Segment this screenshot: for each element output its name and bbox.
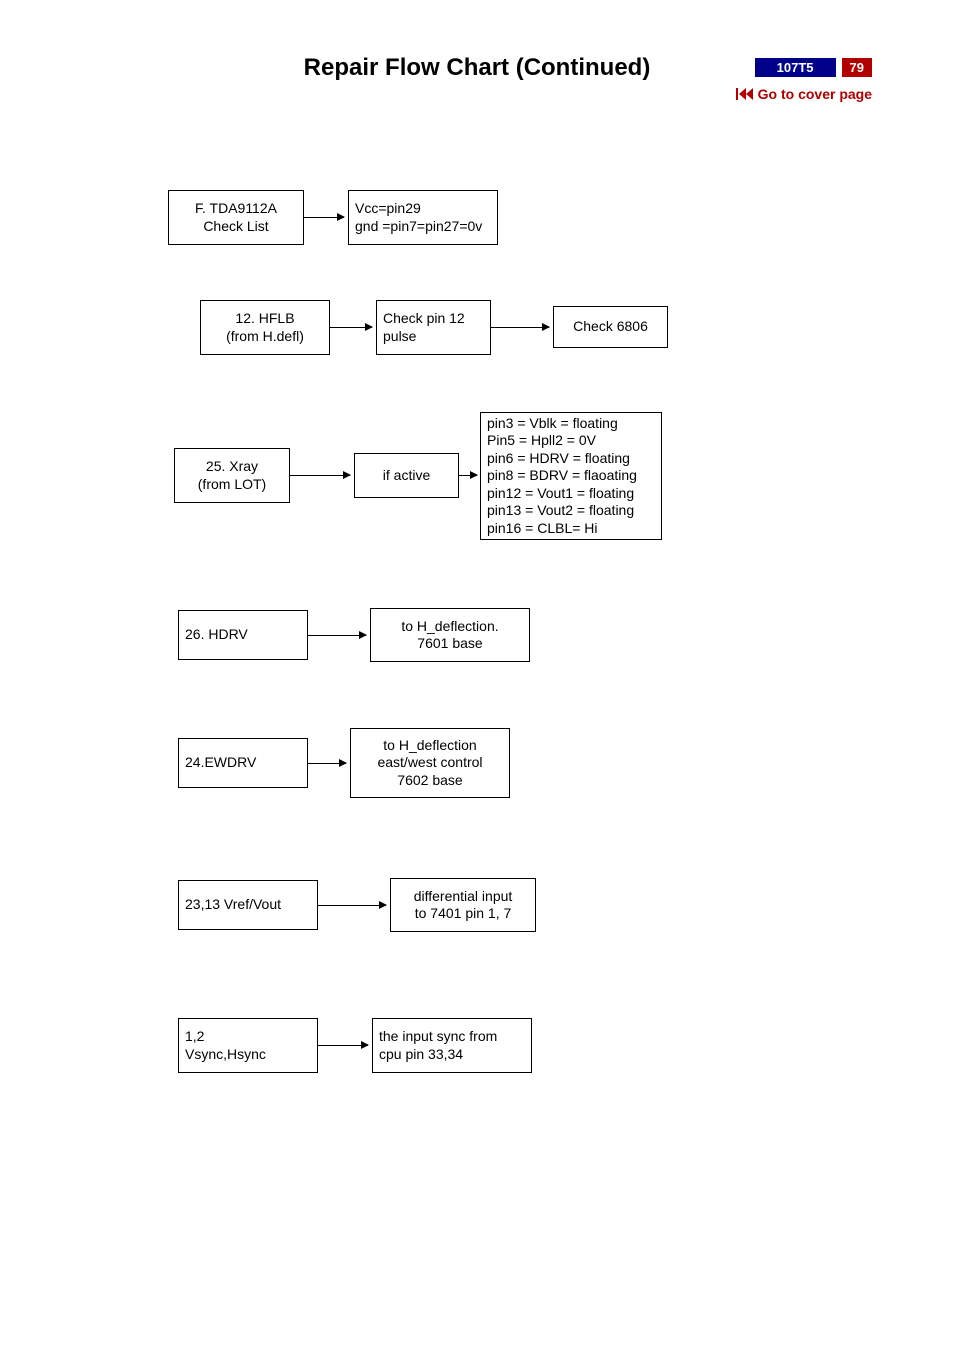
box-check-pin12: Check pin 12 pulse [376, 300, 491, 355]
box-input-sync: the input sync from cpu pin 33,34 [372, 1018, 532, 1073]
arrow [308, 763, 346, 764]
arrow [318, 905, 386, 906]
box-vcc: Vcc=pin29 gnd =pin7=pin27=0v [348, 190, 498, 245]
box-xray: 25. Xray (from LOT) [174, 448, 290, 503]
flow-chart-diagram: F. TDA9112A Check List Vcc=pin29 gnd =pi… [0, 190, 954, 1190]
cover-link-label: Go to cover page [758, 86, 872, 102]
arrow [330, 327, 372, 328]
box-ewdrv: 24.EWDRV [178, 738, 308, 788]
go-to-cover-page-link[interactable]: Go to cover page [736, 86, 872, 102]
box-hflb: 12. HFLB (from H.defl) [200, 300, 330, 355]
box-tda9112a: F. TDA9112A Check List [168, 190, 304, 245]
box-vref-vout: 23,13 Vref/Vout [178, 880, 318, 930]
arrow [304, 217, 344, 218]
rewind-icon [736, 88, 754, 100]
arrow [318, 1045, 368, 1046]
box-diff-input: differential input to 7401 pin 1, 7 [390, 878, 536, 932]
page-number-badge: 79 [842, 58, 872, 77]
box-hdefl-7601: to H_deflection. 7601 base [370, 608, 530, 662]
box-vsync-hsync: 1,2 Vsync,Hsync [178, 1018, 318, 1073]
model-badge: 107T5 [755, 58, 836, 77]
box-if-active: if active [354, 453, 459, 498]
arrow [491, 327, 549, 328]
box-eastwest: to H_deflection east/west control 7602 b… [350, 728, 510, 798]
arrow [290, 475, 350, 476]
arrow [308, 635, 366, 636]
box-check-6806: Check 6806 [553, 306, 668, 348]
arrow [459, 475, 477, 476]
box-hdrv: 26. HDRV [178, 610, 308, 660]
box-pin-states: pin3 = Vblk = floating Pin5 = Hpll2 = 0V… [480, 412, 662, 540]
